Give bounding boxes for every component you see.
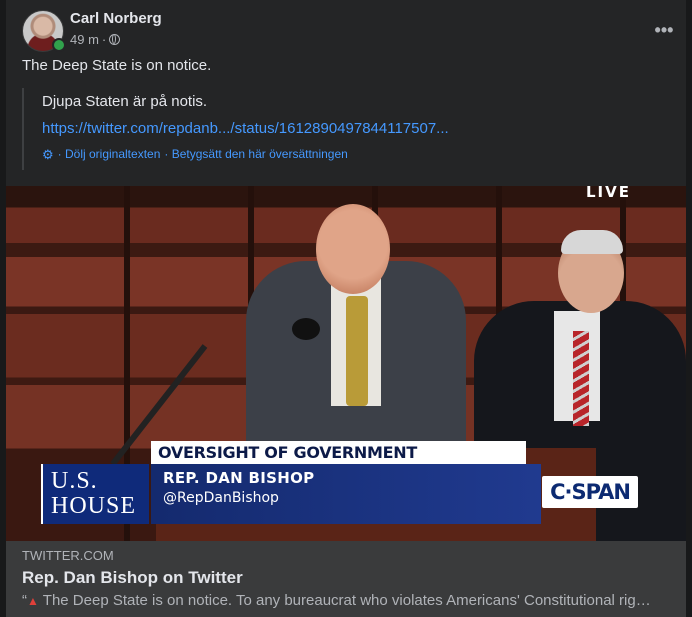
- microphone: [292, 318, 320, 340]
- live-badge: LIVE: [586, 186, 631, 201]
- feed-post: Carl Norberg 49 m · ••• The Deep State i…: [6, 0, 686, 617]
- more-options-button[interactable]: •••: [650, 16, 678, 44]
- hide-original-link[interactable]: · Dölj originaltexten: [58, 147, 161, 161]
- chyron-nameplate: REP. DAN BISHOP @RepDanBishop: [151, 464, 541, 524]
- link-preview-card[interactable]: TWITTER.COM Rep. Dan Bishop on Twitter “…: [6, 541, 686, 617]
- rate-translation-link[interactable]: · Betygsätt den här översättningen: [164, 147, 347, 161]
- video-thumbnail[interactable]: LIVE OVERSIGHT OF GOVERNMENT INVESTIGATI…: [6, 186, 686, 541]
- post-text: The Deep State is on notice.: [22, 57, 212, 74]
- house-logo-line1: U.S.: [51, 468, 98, 494]
- post-meta: 49 m ·: [70, 32, 121, 47]
- card-domain: TWITTER.COM: [22, 548, 114, 563]
- card-description-text: The Deep State is on notice. To any bure…: [42, 592, 651, 609]
- translated-link[interactable]: https://twitter.com/repdanb.../status/16…: [42, 120, 449, 137]
- chyron-headline: OVERSIGHT OF GOVERNMENT INVESTIGATIONS: [151, 441, 526, 485]
- translated-text: Djupa Staten är på notis.: [42, 93, 208, 110]
- meta-separator: ·: [101, 32, 107, 47]
- globe-icon[interactable]: [109, 34, 121, 45]
- chyron-handle: @RepDanBishop: [163, 490, 279, 506]
- house-logo: U.S. HOUSE: [41, 464, 149, 524]
- more-icon: •••: [654, 19, 674, 40]
- card-description: “▲ The Deep State is on notice. To any b…: [22, 592, 662, 609]
- chyron-name: REP. DAN BISHOP: [163, 469, 315, 487]
- translation-block: Djupa Staten är på notis. https://twitte…: [22, 88, 664, 170]
- translation-actions: ⚙ · Dölj originaltexten · Betygsätt den …: [42, 147, 348, 161]
- seated-person-tie: [573, 331, 589, 426]
- cspan-logo: C·SPAN: [542, 476, 638, 508]
- author-name[interactable]: Carl Norberg: [70, 10, 162, 27]
- house-logo-line2: HOUSE: [51, 493, 137, 519]
- siren-icon: ▲: [27, 594, 39, 608]
- speaker-tie: [346, 296, 368, 406]
- card-title[interactable]: Rep. Dan Bishop on Twitter: [22, 568, 243, 588]
- post-header: Carl Norberg 49 m · •••: [22, 10, 673, 52]
- post-time[interactable]: 49 m: [70, 32, 99, 47]
- online-status-icon: [52, 38, 66, 52]
- seated-person-hair: [561, 230, 623, 254]
- speaker-head: [316, 204, 390, 294]
- gear-icon[interactable]: ⚙: [42, 148, 54, 161]
